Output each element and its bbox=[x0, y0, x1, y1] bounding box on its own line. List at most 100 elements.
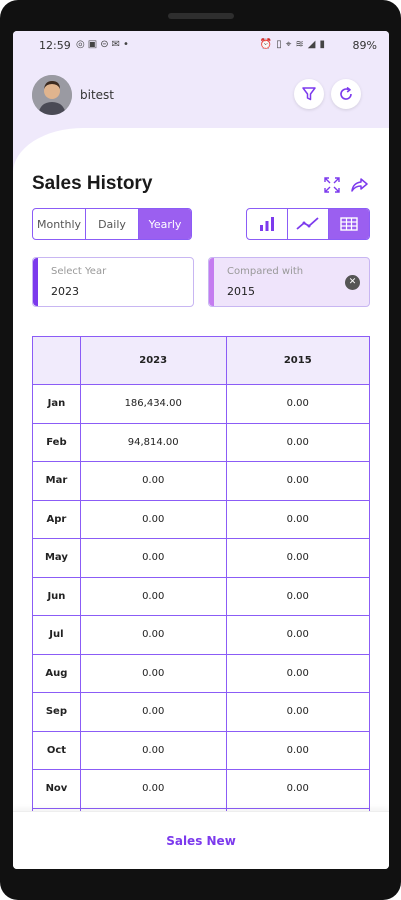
value-cell: 0.00 bbox=[79, 615, 227, 655]
header-year-primary: 2023 bbox=[79, 336, 227, 385]
month-cell: Sep bbox=[32, 692, 81, 732]
value-cell: 0.00 bbox=[79, 692, 227, 732]
value-cell: 0.00 bbox=[79, 653, 227, 693]
page-title: Sales History bbox=[32, 173, 153, 194]
avatar[interactable] bbox=[32, 75, 72, 115]
value-cell: 0.00 bbox=[225, 461, 370, 501]
refresh-icon bbox=[340, 86, 352, 100]
select-year-field[interactable]: Select Year 2023 bbox=[32, 257, 194, 307]
value-cell: 0.00 bbox=[225, 499, 370, 539]
notification-icons: ◎▣⊝✉• bbox=[76, 39, 132, 50]
table-icon bbox=[340, 217, 358, 231]
value-cell: 0.00 bbox=[79, 769, 227, 809]
tab-monthly[interactable]: Monthly bbox=[33, 209, 86, 239]
month-cell: Oct bbox=[32, 730, 81, 770]
table-row: Jul 0.00 0.00 bbox=[32, 615, 370, 655]
value-cell: 0.00 bbox=[225, 692, 370, 732]
header-year-compare: 2015 bbox=[225, 336, 370, 385]
signal-icon: ◢ bbox=[307, 39, 320, 50]
filter-button[interactable] bbox=[294, 79, 324, 109]
compare-year-value: 2015 bbox=[227, 285, 255, 298]
refresh-button[interactable] bbox=[331, 79, 361, 109]
table-row: Mar 0.00 0.00 bbox=[32, 461, 370, 501]
clear-compare-button[interactable]: ✕ bbox=[345, 275, 360, 290]
whatsapp-icon: ◎ bbox=[76, 39, 88, 50]
username: bitest bbox=[80, 88, 114, 102]
month-cell: Mar bbox=[32, 461, 81, 501]
table-row: Oct 0.00 0.00 bbox=[32, 730, 370, 770]
value-cell: 186,434.00 bbox=[79, 384, 227, 424]
value-cell: 0.00 bbox=[225, 730, 370, 770]
month-cell: Jun bbox=[32, 576, 81, 616]
expand-icon bbox=[324, 177, 340, 193]
share-button[interactable] bbox=[349, 175, 369, 195]
table-row: Sep 0.00 0.00 bbox=[32, 692, 370, 732]
period-selector: Monthly Daily Yearly bbox=[32, 208, 192, 240]
table-row: Nov 0.00 0.00 bbox=[32, 769, 370, 809]
sales-table: 2023 2015 Jan 186,434.00 0.00 Feb 94,814.00… bbox=[32, 336, 370, 816]
line-chart-icon bbox=[296, 217, 319, 230]
wifi-icon: ≋ bbox=[295, 39, 308, 50]
select-year-label: Select Year bbox=[51, 266, 107, 277]
device-frame: 12:59 ◎▣⊝✉• ⏰▯⌖≋◢▮ 89% bitest Sales Hist… bbox=[0, 0, 401, 900]
value-cell: 0.00 bbox=[79, 730, 227, 770]
table-row: Jun 0.00 0.00 bbox=[32, 576, 370, 616]
close-icon: ✕ bbox=[348, 277, 357, 287]
month-cell: Aug bbox=[32, 653, 81, 693]
value-cell: 0.00 bbox=[79, 538, 227, 578]
table-row: Apr 0.00 0.00 bbox=[32, 499, 370, 539]
status-bar: 12:59 ◎▣⊝✉• ⏰▯⌖≋◢▮ 89% bbox=[13, 31, 389, 61]
field-accent-bar bbox=[209, 258, 214, 306]
system-icons: ⏰▯⌖≋◢▮ bbox=[260, 39, 329, 50]
status-time: 12:59 bbox=[39, 39, 71, 52]
app-screen: 12:59 ◎▣⊝✉• ⏰▯⌖≋◢▮ 89% bitest Sales Hist… bbox=[13, 31, 389, 869]
battery-icon: ▮ bbox=[319, 39, 329, 50]
bar-chart-icon bbox=[260, 217, 274, 231]
table-row: May 0.00 0.00 bbox=[32, 538, 370, 578]
table-row: Aug 0.00 0.00 bbox=[32, 653, 370, 693]
value-cell: 0.00 bbox=[225, 422, 370, 462]
value-cell: 0.00 bbox=[225, 653, 370, 693]
mail-icon: ✉ bbox=[111, 39, 123, 50]
instagram-icon: ▣ bbox=[87, 39, 101, 50]
month-cell: May bbox=[32, 538, 81, 578]
month-cell: Jan bbox=[32, 384, 81, 424]
table-row: Jan 186,434.00 0.00 bbox=[32, 384, 370, 424]
avatar-icon bbox=[32, 75, 72, 115]
value-cell: 0.00 bbox=[225, 576, 370, 616]
tab-yearly[interactable]: Yearly bbox=[139, 209, 191, 239]
table-row: Feb 94,814.00 0.00 bbox=[32, 422, 370, 462]
table-view-button[interactable] bbox=[329, 209, 369, 239]
month-cell: Feb bbox=[32, 422, 81, 462]
sales-new-button[interactable]: Sales New bbox=[166, 834, 236, 848]
month-cell: Nov bbox=[32, 769, 81, 809]
value-cell: 94,814.00 bbox=[79, 422, 227, 462]
bottom-bar: Sales New bbox=[13, 811, 389, 869]
header-month bbox=[32, 336, 81, 385]
app-icon: ⊝ bbox=[100, 39, 112, 50]
battery-level: 89% bbox=[352, 39, 377, 52]
select-year-value: 2023 bbox=[51, 285, 79, 298]
filter-icon bbox=[302, 87, 316, 101]
compare-year-field[interactable]: Compared with 2015 ✕ bbox=[208, 257, 370, 307]
alarm-icon: ⏰ bbox=[259, 39, 277, 50]
compare-year-label: Compared with bbox=[227, 266, 304, 277]
value-cell: 0.00 bbox=[225, 538, 370, 578]
bar-chart-view-button[interactable] bbox=[247, 209, 288, 239]
value-cell: 0.00 bbox=[79, 461, 227, 501]
device-speaker bbox=[168, 13, 234, 19]
hotspot-icon: ⌖ bbox=[285, 39, 296, 50]
expand-button[interactable] bbox=[322, 175, 342, 195]
value-cell: 0.00 bbox=[79, 576, 227, 616]
dot-icon: • bbox=[122, 39, 132, 50]
line-chart-view-button[interactable] bbox=[288, 209, 329, 239]
share-icon bbox=[351, 178, 368, 192]
month-cell: Jul bbox=[32, 615, 81, 655]
value-cell: 0.00 bbox=[79, 499, 227, 539]
value-cell: 0.00 bbox=[225, 384, 370, 424]
sales-table-container[interactable]: 2023 2015 Jan 186,434.00 0.00 Feb 94,814.00… bbox=[32, 336, 370, 816]
field-accent-bar bbox=[33, 258, 38, 306]
tab-daily[interactable]: Daily bbox=[86, 209, 139, 239]
vibrate-icon: ▯ bbox=[276, 39, 286, 50]
table-header-row: 2023 2015 bbox=[32, 336, 370, 385]
